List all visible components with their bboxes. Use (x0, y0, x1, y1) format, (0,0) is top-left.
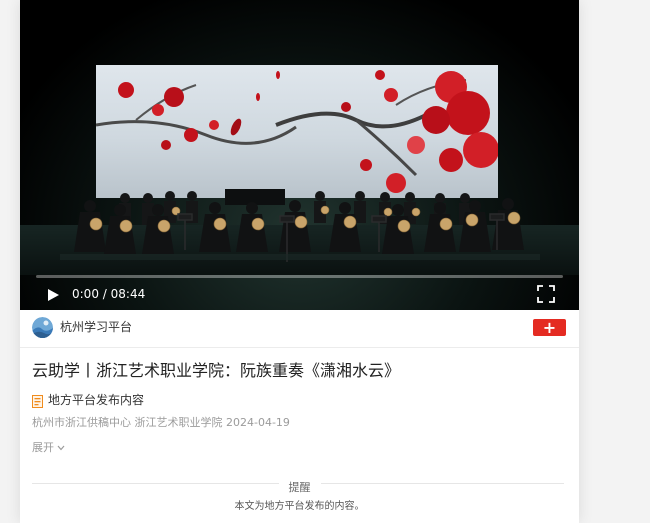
article-meta: 杭州市浙江供稿中心 浙江艺术职业学院 2024-04-19 (32, 416, 290, 429)
video-duration: 08:44 (110, 287, 146, 301)
notice-title: 提醒 (278, 481, 321, 494)
source-tag-label: 地方平台发布内容 (48, 392, 145, 407)
source-tag: 地方平台发布内容 (32, 389, 145, 408)
article-card: 0:00 / 08:44 杭州学习平台 + 云助学丨浙江艺术职业学院：阮族重奏《… (20, 0, 579, 523)
video-progress-bar[interactable] (36, 275, 563, 278)
publisher-bar: 杭州学习平台 + (20, 310, 579, 348)
article-title: 云助学丨浙江艺术职业学院：阮族重奏《潇湘水云》 (32, 361, 401, 380)
expand-button[interactable]: 展开 (32, 441, 65, 456)
video-time-separator: / (98, 287, 111, 301)
play-icon[interactable] (46, 287, 60, 301)
expand-label: 展开 (32, 441, 54, 454)
video-player[interactable]: 0:00 / 08:44 (20, 0, 579, 310)
document-icon (32, 393, 43, 408)
video-time: 0:00 / 08:44 (72, 286, 145, 302)
orchestra-musicians (60, 189, 540, 262)
publisher-name[interactable]: 杭州学习平台 (60, 319, 132, 336)
notice-body: 本文为地方平台发布的内容。 (234, 501, 365, 512)
follow-button[interactable]: + (533, 319, 566, 336)
notice-heading: 提醒 (20, 476, 579, 495)
video-current-time: 0:00 (72, 287, 99, 301)
fullscreen-icon[interactable] (537, 285, 555, 303)
publisher-avatar[interactable] (32, 317, 53, 338)
chevron-down-icon (57, 442, 65, 456)
